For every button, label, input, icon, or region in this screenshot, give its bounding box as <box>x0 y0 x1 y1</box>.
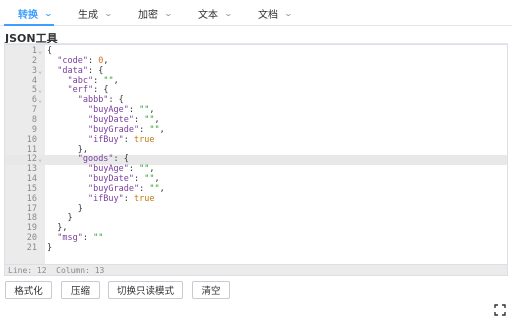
active-tab-indicator <box>4 24 54 26</box>
chevron-down-icon: ⌄ <box>103 8 114 18</box>
toggle-readonly-button[interactable]: 切换只读模式 <box>108 281 183 299</box>
chevron-down-icon: ⌄ <box>283 8 294 18</box>
compress-button[interactable]: 压缩 <box>61 281 100 299</box>
menu-tab-label: 加密 <box>138 9 158 21</box>
code-line[interactable]: 17 } <box>5 204 507 215</box>
menu-tab-document[interactable]: 文档 ⌄ <box>258 0 294 26</box>
line-number: 21 <box>26 243 37 253</box>
format-button[interactable]: 格式化 <box>5 281 52 299</box>
top-menu: 转换 ⌄ 生成 ⌄ 加密 ⌄ 文本 ⌄ 文档 ⌄ <box>0 0 512 26</box>
editor-status-bar: Line: 12 Column: 13 <box>5 264 507 275</box>
chevron-down-icon: ⌄ <box>163 8 174 18</box>
fold-toggle-icon[interactable]: ⌄ <box>38 86 42 96</box>
menu-tab-label: 文档 <box>258 9 278 21</box>
code-line[interactable]: 21} <box>5 243 507 254</box>
line-number: 10 <box>26 134 37 145</box>
menu-tab-convert[interactable]: 转换 ⌄ <box>18 0 54 26</box>
code-line[interactable]: 18 } <box>5 214 507 224</box>
fold-toggle-icon[interactable]: ⌄ <box>38 47 42 57</box>
fold-toggle-icon[interactable]: ⌄ <box>38 155 42 165</box>
json-code-editor[interactable]: 1 ⌄{2 "code": 0, 3 ⌄ "data": {4 "abc": "", 5… <box>4 44 508 276</box>
menu-tab-label: 文本 <box>198 9 218 21</box>
menu-tab-text[interactable]: 文本 ⌄ <box>198 0 234 26</box>
chevron-down-icon: ⌄ <box>223 8 234 18</box>
fullscreen-icon[interactable] <box>494 304 506 316</box>
chevron-down-icon: ⌄ <box>43 8 54 18</box>
fold-toggle-icon[interactable]: ⌄ <box>38 67 42 77</box>
fold-toggle-icon[interactable]: ⌄ <box>38 96 42 106</box>
code-text: "msg": "" <box>57 233 104 244</box>
code-text: } <box>47 243 53 253</box>
menu-tab-encrypt[interactable]: 加密 ⌄ <box>138 0 174 26</box>
menu-tab-generate[interactable]: 生成 ⌄ <box>78 0 114 26</box>
menu-tab-label: 转换 <box>18 9 38 21</box>
menu-tab-label: 生成 <box>78 9 98 21</box>
clear-button[interactable]: 清空 <box>192 281 230 299</box>
code-line[interactable]: 20 "msg": "" <box>5 233 507 244</box>
